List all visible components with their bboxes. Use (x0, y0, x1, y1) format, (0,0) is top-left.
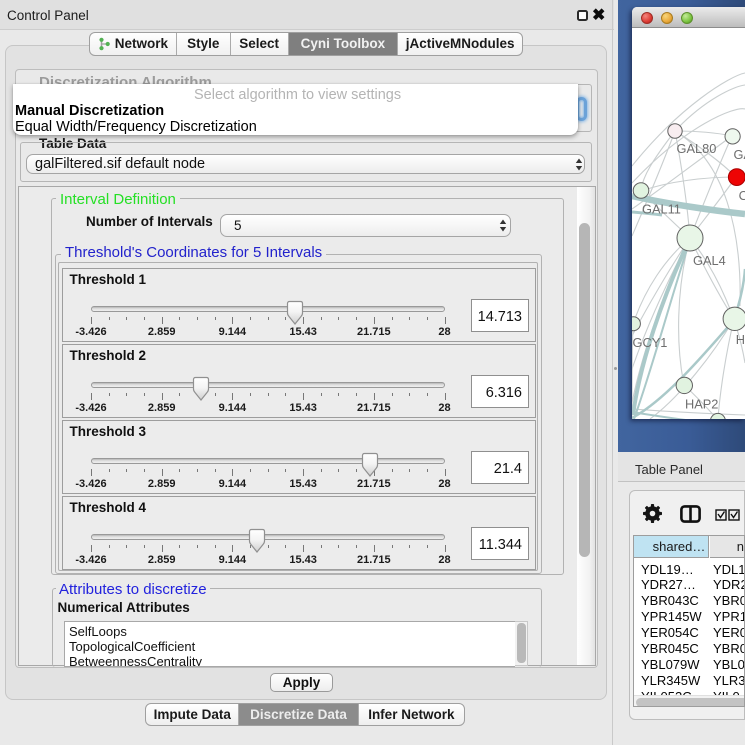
svg-text:GAL4: GAL4 (693, 253, 726, 268)
svg-text:HAP2: HAP2 (685, 397, 718, 412)
svg-text:HA: HA (736, 332, 745, 347)
svg-text:CA: CA (739, 188, 745, 203)
svg-text:GCY1: GCY1 (633, 335, 668, 350)
svg-text:GAL80: GAL80 (677, 141, 717, 156)
svg-text:GA: GA (734, 147, 745, 162)
svg-text:GAL11: GAL11 (642, 202, 681, 217)
